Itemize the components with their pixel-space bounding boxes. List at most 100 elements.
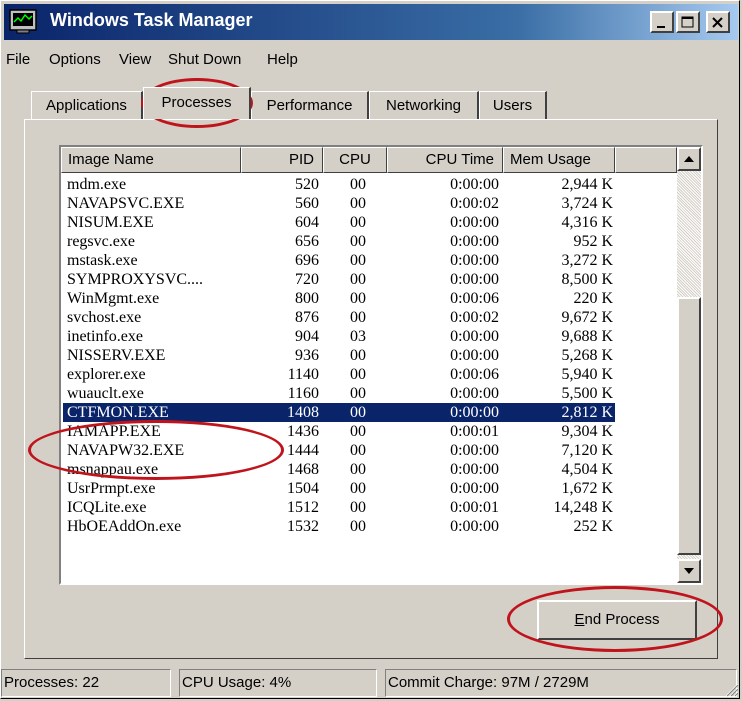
cell-time: 0:00:00 bbox=[450, 385, 499, 402]
cell-name: CTFMON.EXE bbox=[67, 404, 169, 421]
tab-networking[interactable]: Networking bbox=[369, 91, 479, 119]
cell-time: 0:00:06 bbox=[450, 366, 499, 383]
column-filler bbox=[615, 147, 677, 173]
scroll-thumb[interactable] bbox=[677, 297, 701, 555]
table-row[interactable]: inetinfo.exe 904 03 0:00:00 9,688 K bbox=[63, 327, 615, 346]
menu-view[interactable]: View bbox=[119, 51, 151, 68]
cell-time: 0:00:00 bbox=[450, 176, 499, 193]
cell-cpu: 00 bbox=[350, 309, 366, 326]
title-bar[interactable]: Windows Task Manager bbox=[4, 4, 738, 40]
cell-name: UsrPrmpt.exe bbox=[67, 480, 156, 497]
menu-file[interactable]: File bbox=[6, 51, 30, 68]
status-bar: Processes: 22 CPU Usage: 4% Commit Charg… bbox=[1, 667, 741, 699]
arrow-up-icon bbox=[684, 156, 694, 162]
tab-processes[interactable]: Processes bbox=[143, 87, 251, 119]
table-row[interactable]: mdm.exe 520 00 0:00:00 2,944 K bbox=[63, 175, 615, 194]
cell-time: 0:00:01 bbox=[450, 499, 499, 516]
cell-pid: 800 bbox=[295, 290, 319, 307]
table-row[interactable]: SYMPROXYSVC.... 720 00 0:00:00 8,500 K bbox=[63, 270, 615, 289]
cell-pid: 720 bbox=[295, 271, 319, 288]
cell-cpu: 00 bbox=[350, 385, 366, 402]
cell-cpu: 00 bbox=[350, 290, 366, 307]
resize-grip-icon[interactable] bbox=[723, 681, 739, 697]
end-process-button[interactable]: End Process bbox=[537, 600, 697, 640]
cell-time: 0:00:00 bbox=[450, 442, 499, 459]
cell-cpu: 00 bbox=[350, 499, 366, 516]
cell-time: 0:00:01 bbox=[450, 423, 499, 440]
status-processes: Processes: 22 bbox=[1, 669, 171, 697]
cell-time: 0:00:02 bbox=[450, 195, 499, 212]
cell-pid: 1504 bbox=[287, 480, 319, 497]
vertical-scrollbar[interactable] bbox=[677, 147, 701, 583]
maximize-button[interactable] bbox=[676, 11, 700, 33]
scroll-up-button[interactable] bbox=[677, 147, 701, 171]
table-row[interactable]: NAVAPSVC.EXE 560 00 0:00:02 3,724 K bbox=[63, 194, 615, 213]
table-row[interactable]: svchost.exe 876 00 0:00:02 9,672 K bbox=[63, 308, 615, 327]
table-row[interactable]: UsrPrmpt.exe 1504 00 0:00:00 1,672 K bbox=[63, 479, 615, 498]
scroll-down-button[interactable] bbox=[677, 559, 701, 583]
close-button[interactable] bbox=[706, 11, 730, 33]
cell-pid: 1408 bbox=[287, 404, 319, 421]
minimize-button[interactable] bbox=[650, 11, 674, 33]
table-row[interactable]: NAVAPW32.EXE 1444 00 0:00:00 7,120 K bbox=[63, 441, 615, 460]
process-list[interactable]: Image Name PID CPU CPU Time Mem Usage md… bbox=[59, 145, 703, 585]
table-row[interactable]: msnappau.exe 1468 00 0:00:00 4,504 K bbox=[63, 460, 615, 479]
cell-pid: 1512 bbox=[287, 499, 319, 516]
cell-name: WinMgmt.exe bbox=[67, 290, 160, 307]
cell-cpu: 00 bbox=[350, 271, 366, 288]
cell-pid: 936 bbox=[295, 347, 319, 364]
column-cpu-time[interactable]: CPU Time bbox=[387, 147, 503, 173]
table-row[interactable]: NISSERV.EXE 936 00 0:00:00 5,268 K bbox=[63, 346, 615, 365]
cell-cpu: 00 bbox=[350, 423, 366, 440]
cell-name: HbOEAddOn.exe bbox=[67, 518, 182, 535]
cell-mem: 4,316 K bbox=[561, 214, 613, 231]
cell-name: mstask.exe bbox=[67, 252, 138, 269]
cell-pid: 1160 bbox=[287, 385, 319, 402]
table-row[interactable]: wuauclt.exe 1160 00 0:00:00 5,500 K bbox=[63, 384, 615, 403]
task-manager-icon bbox=[9, 9, 41, 35]
cell-cpu: 00 bbox=[350, 176, 366, 193]
menu-options[interactable]: Options bbox=[49, 51, 101, 68]
table-row[interactable]: WinMgmt.exe 800 00 0:00:06 220 K bbox=[63, 289, 615, 308]
cell-name: NAVAPW32.EXE bbox=[67, 442, 185, 459]
column-mem-usage[interactable]: Mem Usage bbox=[503, 147, 615, 173]
cell-mem: 9,672 K bbox=[561, 309, 613, 326]
arrow-down-icon bbox=[684, 568, 694, 574]
column-image-name[interactable]: Image Name bbox=[61, 147, 241, 173]
tab-users[interactable]: Users bbox=[479, 91, 547, 119]
column-cpu[interactable]: CPU bbox=[323, 147, 387, 173]
table-row[interactable]: ICQLite.exe 1512 00 0:00:01 14,248 K bbox=[63, 498, 615, 517]
cell-mem: 2,944 K bbox=[561, 176, 613, 193]
table-row[interactable]: regsvc.exe 656 00 0:00:00 952 K bbox=[63, 232, 615, 251]
cell-name: ICQLite.exe bbox=[67, 499, 147, 516]
tab-performance[interactable]: Performance bbox=[251, 91, 369, 119]
cell-pid: 656 bbox=[295, 233, 319, 250]
menu-help[interactable]: Help bbox=[267, 51, 298, 68]
cell-cpu: 00 bbox=[350, 461, 366, 478]
cell-cpu: 00 bbox=[350, 480, 366, 497]
cell-time: 0:00:02 bbox=[450, 309, 499, 326]
tab-applications[interactable]: Applications bbox=[31, 91, 143, 119]
cell-pid: 1444 bbox=[287, 442, 319, 459]
cell-cpu: 00 bbox=[350, 233, 366, 250]
table-row[interactable]: mstask.exe 696 00 0:00:00 3,272 K bbox=[63, 251, 615, 270]
table-row[interactable]: HbOEAddOn.exe 1532 00 0:00:00 252 K bbox=[63, 517, 615, 536]
cell-pid: 1140 bbox=[287, 366, 319, 383]
table-row[interactable]: explorer.exe 1140 00 0:00:06 5,940 K bbox=[63, 365, 615, 384]
cell-name: regsvc.exe bbox=[67, 233, 135, 250]
cell-name: SYMPROXYSVC.... bbox=[67, 271, 204, 288]
minimize-icon bbox=[657, 26, 665, 28]
cell-pid: 876 bbox=[295, 309, 319, 326]
cell-time: 0:00:00 bbox=[450, 518, 499, 535]
table-row[interactable]: NISUM.EXE 604 00 0:00:00 4,316 K bbox=[63, 213, 615, 232]
cell-pid: 520 bbox=[295, 176, 319, 193]
table-row[interactable]: CTFMON.EXE 1408 00 0:00:00 2,812 K bbox=[63, 403, 615, 422]
cell-pid: 560 bbox=[295, 195, 319, 212]
cell-cpu: 00 bbox=[350, 518, 366, 535]
cell-mem: 8,500 K bbox=[561, 271, 613, 288]
column-pid[interactable]: PID bbox=[241, 147, 323, 173]
menu-shut-down[interactable]: Shut Down bbox=[168, 51, 241, 68]
cell-pid: 1468 bbox=[287, 461, 319, 478]
table-row[interactable]: IAMAPP.EXE 1436 00 0:00:01 9,304 K bbox=[63, 422, 615, 441]
task-manager-window: Windows Task Manager File Options View S… bbox=[0, 0, 740, 699]
